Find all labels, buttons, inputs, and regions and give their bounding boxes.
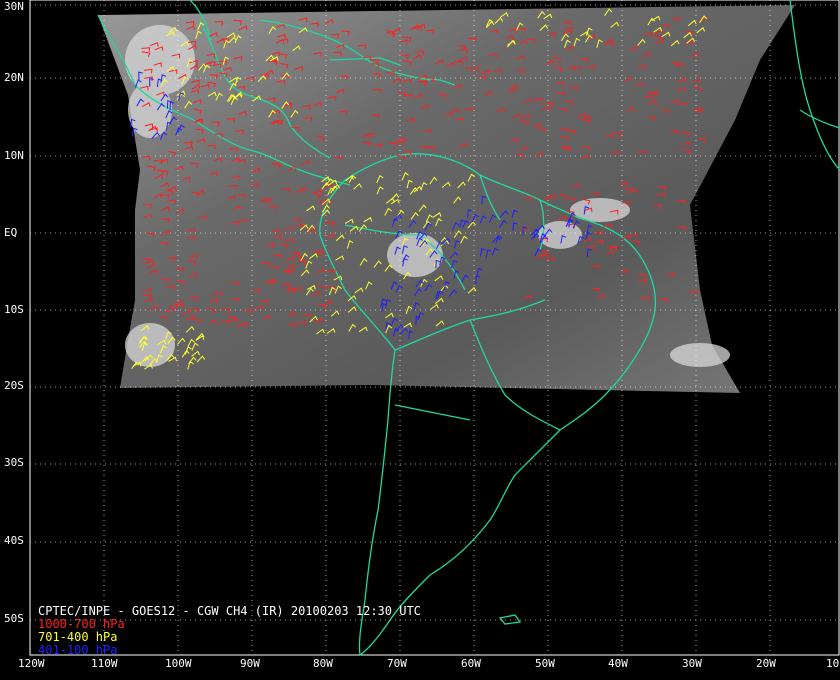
lon-label-10w: 10 [826, 657, 840, 670]
lat-label-10s: 10S [4, 303, 24, 316]
lon-label-90w: 90W [240, 657, 260, 670]
lon-label-70w: 70W [387, 657, 407, 670]
lon-label-20w: 20W [756, 657, 776, 670]
lon-label-40w: 40W [608, 657, 628, 670]
lat-label-30n: 30N [4, 0, 24, 13]
lon-label-120w: 120W [18, 657, 45, 670]
lon-label-80w: 80W [313, 657, 333, 670]
lat-label-eq: EQ [4, 226, 18, 239]
lon-label-110w: 110W [91, 657, 118, 670]
lon-label-30w: 30W [682, 657, 702, 670]
satellite-wind-map [29, 0, 840, 657]
lat-label-10n: 10N [4, 149, 24, 162]
lat-label-20s: 20S [4, 379, 24, 392]
legend-high-level: 401-100 hPa [38, 643, 118, 657]
lat-label-40s: 40S [4, 534, 24, 547]
lat-label-20n: 20N [4, 71, 24, 84]
lat-label-30s: 30S [4, 456, 24, 469]
lon-label-50w: 50W [535, 657, 555, 670]
lon-label-60w: 60W [461, 657, 481, 670]
lon-label-100w: 100W [165, 657, 192, 670]
lat-label-50s: 50S [4, 612, 24, 625]
